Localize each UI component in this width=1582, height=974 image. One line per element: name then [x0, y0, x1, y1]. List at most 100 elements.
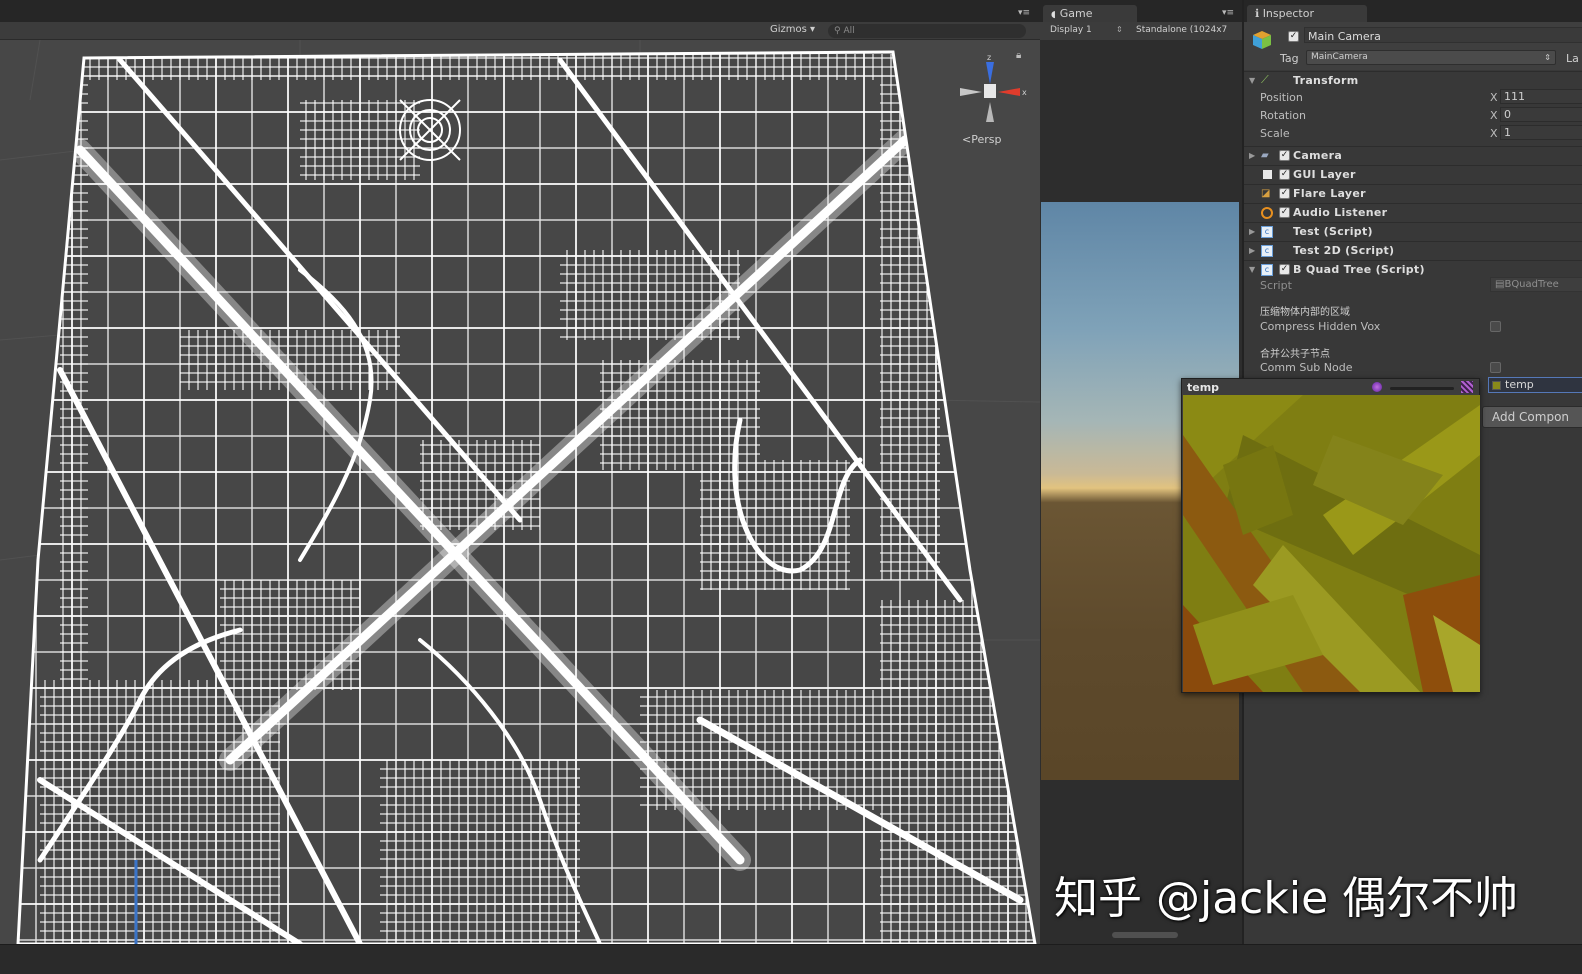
test2d-script-title: Test 2D (Script) [1293, 244, 1395, 257]
component-camera[interactable]: ▶ ▰ ✓ Camera [1244, 146, 1582, 165]
component-flare-layer[interactable]: ◪ ✓ Flare Layer [1244, 184, 1582, 203]
info-icon: ℹ [1255, 7, 1263, 20]
color-channel-icon[interactable] [1372, 382, 1382, 392]
texture-field-value: temp [1505, 378, 1534, 391]
dense-cluster [399, 99, 461, 161]
resolution-dropdown[interactable]: Standalone (1024x7 [1136, 25, 1227, 35]
fold-open-icon[interactable]: ▼ [1249, 76, 1255, 85]
gameobject-active-checkbox[interactable]: ✓ [1288, 31, 1299, 42]
layer-label: La [1566, 52, 1579, 65]
tag-value: MainCamera [1311, 52, 1368, 62]
camera-enabled-checkbox[interactable]: ✓ [1279, 150, 1290, 161]
pacman-icon: ◖ [1051, 10, 1056, 20]
test-script-title: Test (Script) [1293, 225, 1373, 238]
tag-dropdown[interactable]: MainCamera ⇕ [1306, 50, 1556, 65]
gizmo-z-label: z [987, 53, 991, 62]
alpha-toggle-icon[interactable] [1461, 381, 1473, 393]
rotation-x-axis-label: X [1490, 109, 1498, 122]
persp-text: Persp [971, 133, 1002, 146]
gameobject-header: ✓ Main Camera Tag MainCamera ⇕ La [1244, 22, 1582, 70]
comm-sub-node-checkbox[interactable] [1490, 362, 1501, 373]
gizmo-x-label: x [1022, 88, 1027, 97]
add-component-button[interactable]: Add Compon [1482, 406, 1582, 428]
display-dropdown[interactable]: Display 1 [1050, 25, 1092, 35]
script-icon: c [1261, 264, 1273, 276]
gui-layer-title: GUI Layer [1293, 168, 1356, 181]
component-transform[interactable]: ▼ ⟋ Transform [1244, 71, 1582, 90]
game-scrollbar[interactable] [1112, 932, 1178, 938]
component-audio-listener[interactable]: ✓ Audio Listener [1244, 203, 1582, 222]
tab-game[interactable]: ◖ Game [1043, 5, 1137, 22]
scale-x-field[interactable]: 1 [1500, 125, 1582, 140]
flare-layer-title: Flare Layer [1293, 187, 1366, 200]
transform-icon: ⟋ [1261, 73, 1269, 86]
fold-closed-icon[interactable]: ▶ [1249, 246, 1255, 255]
scene-search-placeholder: All [843, 26, 855, 36]
rotation-x-field[interactable]: 0 [1500, 107, 1582, 122]
scene-toolbar: Gizmos ▾ ⚲ All [0, 22, 1040, 40]
bquadtree-enabled-checkbox[interactable]: ✓ [1279, 264, 1290, 275]
persp-icon: < [962, 133, 972, 146]
gui-layer-enabled-checkbox[interactable]: ✓ [1279, 169, 1290, 180]
scale-label: Scale [1260, 127, 1290, 140]
scene-view[interactable]: Gizmos ▾ ⚲ All ▾≡ 🔒︎ z x <Persp [0, 0, 1040, 944]
gizmos-dropdown[interactable]: Gizmos ▾ [770, 24, 815, 35]
script-reference-value: BQuadTree [1504, 279, 1559, 290]
gui-layer-icon [1263, 170, 1272, 179]
flare-layer-enabled-checkbox[interactable]: ✓ [1279, 188, 1290, 199]
game-toolbar: Display 1 ⇕ Standalone (1024x7 [1040, 22, 1242, 40]
position-label: Position [1260, 91, 1303, 104]
tab-inspector[interactable]: ℹ Inspector [1247, 5, 1367, 22]
texture-preview-popup[interactable]: temp [1181, 378, 1480, 693]
texture-preview-title: temp [1187, 381, 1220, 394]
position-x-axis-label: X [1490, 91, 1498, 104]
quadtree-wireframe [0, 40, 1040, 944]
audio-listener-title: Audio Listener [1293, 206, 1388, 219]
texture-preview-image [1183, 395, 1480, 692]
chevron-updown-icon: ⇕ [1544, 53, 1551, 62]
status-bar [0, 944, 1582, 974]
comm-sub-node-tooltip: 合并公共子节点 [1260, 349, 1330, 360]
camera-title: Camera [1293, 149, 1343, 162]
compress-hidden-vox-tooltip: 压缩物体内部的区域 [1260, 307, 1350, 318]
compress-hidden-vox-label: Compress Hidden Vox [1260, 320, 1381, 333]
script-icon: c [1261, 226, 1273, 238]
component-test2d-script[interactable]: ▶ c Test 2D (Script) [1244, 241, 1582, 260]
chevron-updown-icon: ⇕ [1116, 25, 1123, 34]
texture-icon [1492, 381, 1501, 390]
gameobject-cube-icon [1253, 31, 1271, 49]
script-label: Script [1260, 279, 1292, 292]
inspector-tab-bar: ℹ Inspector [1244, 0, 1582, 22]
scale-x-axis-label: X [1490, 127, 1498, 140]
orientation-gizmo[interactable]: z x [950, 52, 1030, 132]
bquadtree-title: B Quad Tree (Script) [1293, 263, 1425, 276]
script-icon: c [1261, 245, 1273, 257]
watermark: 知乎 @jackie 偶尔不帅 [1054, 873, 1519, 924]
transform-title: Transform [1293, 74, 1359, 87]
audio-listener-icon [1261, 207, 1273, 219]
quadtree-plane [18, 52, 1035, 944]
fold-open-icon[interactable]: ▼ [1249, 265, 1255, 274]
camera-icon: ▰ [1261, 150, 1269, 161]
fold-closed-icon[interactable]: ▶ [1249, 151, 1255, 160]
flare-layer-icon: ◪ [1261, 188, 1271, 199]
scene-search-input[interactable]: ⚲ All [828, 24, 1026, 38]
component-gui-layer[interactable]: ✓ GUI Layer [1244, 165, 1582, 184]
component-test-script[interactable]: ▶ c Test (Script) [1244, 222, 1582, 241]
tag-label: Tag [1280, 52, 1299, 65]
fold-closed-icon[interactable]: ▶ [1249, 227, 1255, 236]
mip-level-slider[interactable] [1390, 387, 1454, 390]
texture-object-field[interactable]: temp [1488, 377, 1582, 393]
scene-menu-icon[interactable]: ▾≡ [1018, 8, 1030, 18]
position-x-field[interactable]: 111 [1500, 89, 1582, 104]
compress-hidden-vox-checkbox[interactable] [1490, 321, 1501, 332]
game-tab-bar: ◖ Game [1040, 0, 1242, 22]
scene-tab-bar [0, 0, 1040, 22]
perspective-toggle[interactable]: <Persp [962, 133, 1001, 146]
game-menu-icon[interactable]: ▾≡ [1222, 8, 1234, 18]
game-tab-label: Game [1059, 7, 1093, 20]
inspector-tab-label: Inspector [1262, 7, 1314, 20]
audio-listener-enabled-checkbox[interactable]: ✓ [1279, 207, 1290, 218]
script-reference-field: ▤BQuadTree [1490, 277, 1582, 292]
comm-sub-node-label: Comm Sub Node [1260, 361, 1353, 374]
